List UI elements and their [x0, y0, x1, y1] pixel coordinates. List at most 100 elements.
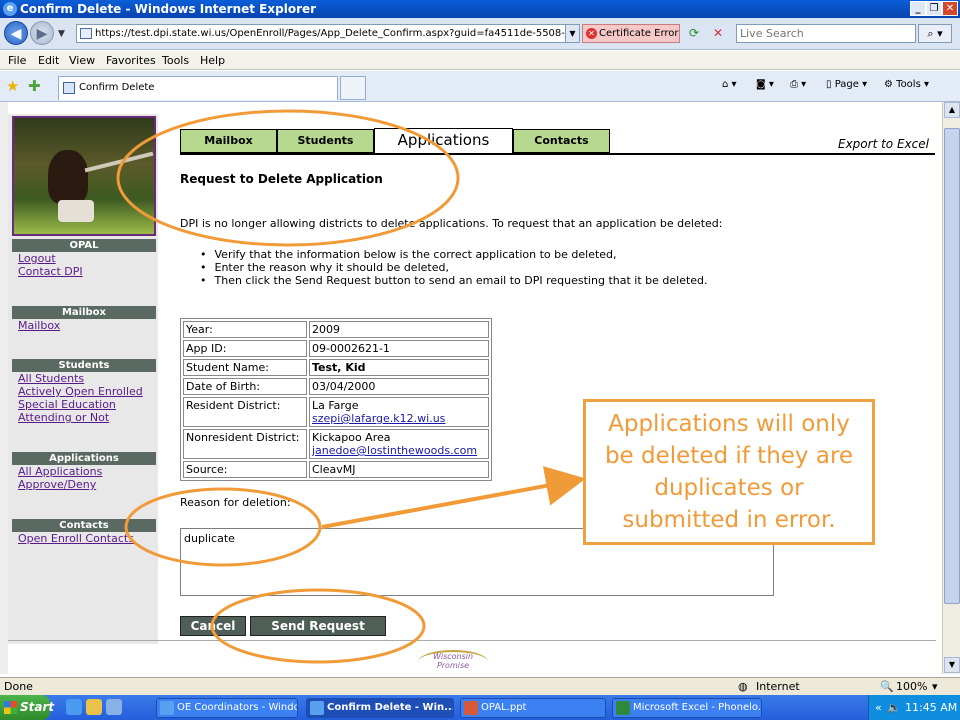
tab-applications[interactable]: Applications	[374, 128, 513, 154]
app-id-label: App ID:	[183, 340, 307, 357]
sidebar-link-contact-dpi[interactable]: Contact DPI	[18, 265, 83, 278]
outlook-quicklaunch-icon[interactable]	[86, 699, 102, 715]
window-title: Confirm Delete - Windows Internet Explor…	[20, 2, 317, 16]
start-button[interactable]: Start	[0, 695, 54, 720]
status-text: Done	[4, 680, 33, 693]
sidebar-link-actively-open-enrolled[interactable]: Actively Open Enrolled	[18, 385, 143, 398]
tray-chevron-icon[interactable]: «	[875, 695, 882, 720]
table-row: Resident District: La Farge szepi@lafarg…	[183, 397, 489, 427]
ie-icon	[310, 701, 324, 715]
task-oe-coordinators[interactable]: OE Coordinators - Windo...	[156, 698, 298, 718]
reason-label: Reason for deletion:	[180, 496, 291, 509]
internet-explorer-icon: e	[3, 2, 17, 16]
source-label: Source:	[183, 461, 307, 478]
task-label: OE Coordinators - Windo...	[177, 702, 298, 713]
sidebar-link-approve-deny[interactable]: Approve/Deny	[18, 478, 96, 491]
tab-students[interactable]: Students	[277, 129, 374, 153]
sidebar-link-attending-or-not[interactable]: Attending or Not	[18, 411, 109, 424]
close-window-button[interactable]: ✕	[942, 1, 958, 16]
zoom-dropdown-icon[interactable]: ▾	[932, 680, 938, 693]
new-tab-button[interactable]	[340, 76, 366, 100]
internet-zone-icon: ◍	[738, 680, 748, 693]
dob-label: Date of Birth:	[183, 378, 307, 395]
resident-district-label: Resident District:	[183, 397, 307, 427]
tools-menu[interactable]: ⚙ Tools ▾	[884, 79, 929, 90]
nonresident-district-cell: Kickapoo Area janedoe@lostinthewoods.com	[309, 429, 489, 459]
sidebar-link-logout[interactable]: Logout	[18, 252, 56, 265]
scroll-thumb[interactable]	[944, 128, 960, 604]
photo-flute	[84, 151, 154, 173]
volume-icon[interactable]: 🔈	[887, 695, 901, 720]
window-title-bar[interactable]: e Confirm Delete - Windows Internet Expl…	[0, 0, 960, 18]
task-confirm-delete[interactable]: Confirm Delete - Win...	[306, 698, 454, 718]
export-to-excel-link[interactable]: Export to Excel	[838, 137, 929, 151]
instruction-item: Verify that the information below is the…	[200, 248, 708, 261]
stop-icon[interactable]: ✕	[708, 24, 728, 43]
home-icon[interactable]: ⌂ ▾	[722, 79, 737, 90]
sidebar: OPAL Logout Contact DPI Mailbox Mailbox …	[8, 114, 158, 644]
cancel-button[interactable]: Cancel	[180, 616, 246, 636]
recent-pages-dropdown-icon[interactable]: ▼	[58, 29, 65, 39]
system-tray: « 🔈 11:45 AM	[868, 695, 960, 720]
ie-quicklaunch-icon[interactable]	[66, 699, 82, 715]
tab-underline	[180, 153, 935, 155]
browser-tab-label: Confirm Delete	[79, 82, 155, 93]
vertical-scrollbar[interactable]: ▲ ▼	[942, 102, 960, 674]
sidebar-link-all-applications[interactable]: All Applications	[18, 465, 102, 478]
scroll-down-icon[interactable]: ▼	[944, 657, 960, 673]
address-dropdown-icon[interactable]: ▼	[565, 25, 579, 42]
maximize-button[interactable]: ❐	[926, 1, 942, 16]
menu-favorites[interactable]: Favorites	[106, 54, 156, 67]
address-bar[interactable]: https://test.dpi.state.wi.us/OpenEnroll/…	[76, 24, 580, 43]
zoom-level[interactable]: 100%	[896, 680, 927, 693]
photo-shirt	[58, 200, 94, 222]
menu-help[interactable]: Help	[200, 54, 225, 67]
back-button[interactable]: ◀	[4, 21, 28, 45]
sidebar-link-all-students[interactable]: All Students	[18, 372, 84, 385]
task-opal-ppt[interactable]: OPAL.ppt	[460, 698, 606, 718]
resident-email-link[interactable]: szepi@lafarge.k12.wi.us	[312, 412, 445, 425]
tab-mailbox[interactable]: Mailbox	[180, 129, 277, 153]
page-menu[interactable]: ▯ Page ▾	[826, 79, 867, 90]
nonresident-email-link[interactable]: janedoe@lostinthewoods.com	[312, 444, 477, 457]
table-row: Nonresident District: Kickapoo Area jane…	[183, 429, 489, 459]
scroll-up-icon[interactable]: ▲	[944, 102, 960, 118]
menu-view[interactable]: View	[69, 54, 95, 67]
instruction-item: Enter the reason why it should be delete…	[200, 261, 708, 274]
application-info-table: Year: 2009 App ID: 09-0002621-1 Student …	[180, 318, 492, 481]
certificate-error-label: Certificate Error	[599, 28, 679, 39]
task-label: Microsoft Excel - Phonelo...	[633, 702, 762, 713]
photo-person	[48, 150, 88, 204]
refresh-icon[interactable]: ⟳	[684, 24, 704, 43]
add-favorite-icon[interactable]: ✚	[28, 77, 41, 95]
browser-tab[interactable]: Confirm Delete	[58, 76, 338, 100]
sidebar-link-special-education[interactable]: Special Education	[18, 398, 116, 411]
menu-file[interactable]: File	[8, 54, 26, 67]
callout-line: be deleted if they are	[604, 443, 854, 469]
search-icon[interactable]: ⌕ ▾	[918, 24, 952, 43]
menu-edit[interactable]: Edit	[38, 54, 59, 67]
header-photo	[12, 116, 156, 236]
live-search-box[interactable]	[736, 24, 916, 43]
minimize-button[interactable]: _	[910, 1, 926, 16]
menu-tools[interactable]: Tools	[162, 54, 189, 67]
sidebar-header-contacts: Contacts	[12, 519, 156, 532]
task-label: OPAL.ppt	[481, 702, 527, 713]
year-label: Year:	[183, 321, 307, 338]
clock: 11:45 AM	[905, 701, 958, 714]
table-row: Date of Birth: 03/04/2000	[183, 378, 489, 395]
tab-contacts[interactable]: Contacts	[513, 129, 610, 153]
feeds-icon[interactable]: ◙ ▾	[756, 79, 774, 90]
sidebar-link-open-enroll-contacts[interactable]: Open Enroll Contacts	[18, 532, 134, 545]
sidebar-link-mailbox[interactable]: Mailbox	[18, 319, 60, 332]
certificate-error-button[interactable]: ✕ Certificate Error	[582, 24, 680, 43]
favorites-star-icon[interactable]: ★	[6, 77, 19, 95]
live-search-input[interactable]	[737, 25, 915, 42]
certificate-error-icon: ✕	[586, 28, 597, 39]
task-excel-phonelist[interactable]: Microsoft Excel - Phonelo...	[612, 698, 762, 718]
print-icon[interactable]: ⎙ ▾	[790, 79, 806, 90]
send-request-button[interactable]: Send Request	[250, 616, 386, 636]
forward-button[interactable]: ▶	[30, 21, 54, 45]
media-quicklaunch-icon[interactable]	[106, 699, 122, 715]
nonresident-district-value: Kickapoo Area	[312, 431, 391, 444]
